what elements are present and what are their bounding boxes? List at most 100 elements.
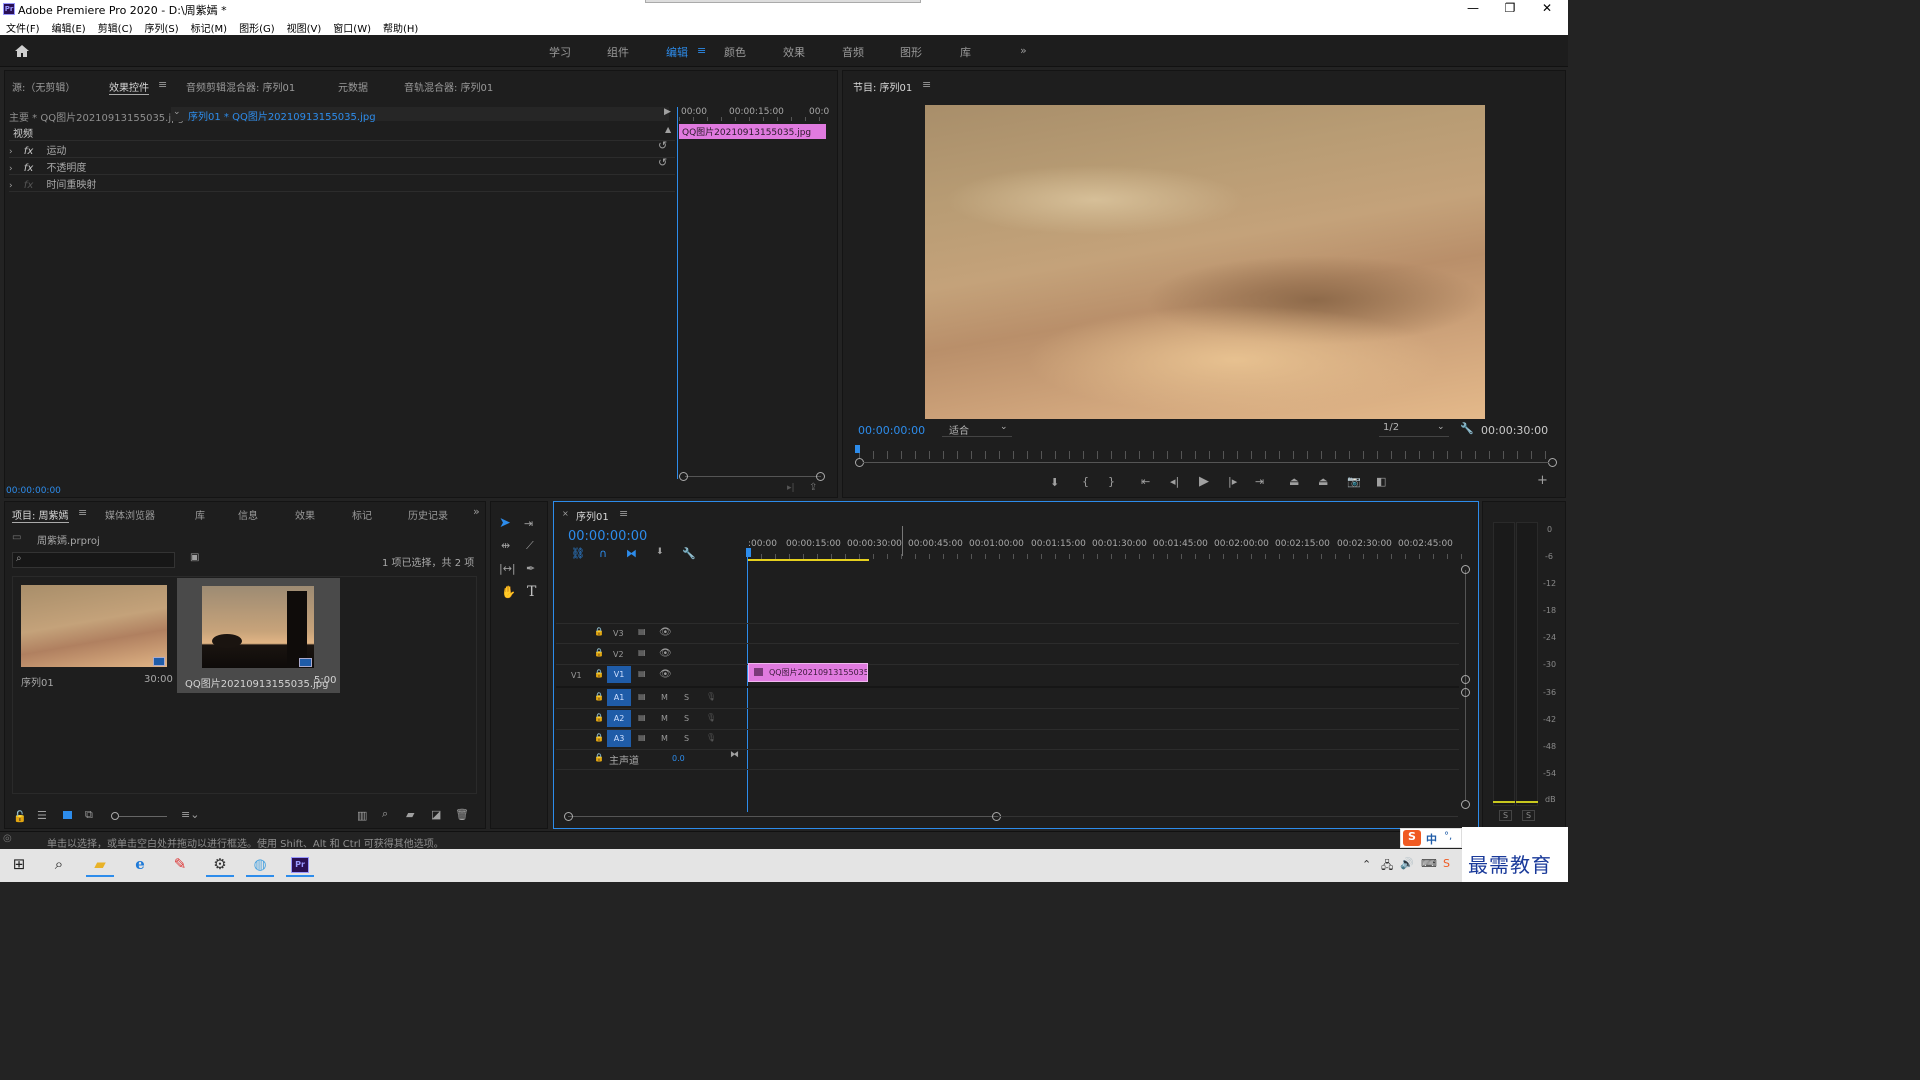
input-method-icon[interactable]: ⌨ [1421,857,1437,870]
add-marker-icon[interactable]: ⬇ [1050,476,1059,489]
extract-icon[interactable]: ⏏ [1318,475,1328,488]
ime-punct[interactable]: °, [1444,831,1452,842]
fit-dropdown[interactable]: 适合 ⌄ [942,422,1012,437]
ripple-edit-tool-icon[interactable]: ⇹ [501,539,510,552]
timeline-timecode[interactable]: 00:00:00:00 [568,529,647,544]
sync-lock-icon[interactable]: ▤ [638,692,646,701]
workspace-graphics[interactable]: 图形 [900,44,922,60]
effect-timecode[interactable]: 00:00:00:00 [6,486,61,496]
export-frame-camera-icon[interactable]: 📷 [1347,475,1361,488]
track-toggle-a1[interactable]: A1 [607,689,631,706]
sort-icon[interactable]: ≡⌄ [181,808,199,821]
new-item-icon[interactable]: ◪ [431,808,441,821]
type-tool-icon[interactable]: T [527,584,536,600]
track-lock-icon[interactable]: 🔒 [594,733,604,742]
lift-icon[interactable]: ⏏ [1289,475,1299,488]
app-icon[interactable]: ✎ [166,855,194,877]
go-to-in-icon[interactable]: ⇤ [1141,475,1150,488]
sync-lock-icon[interactable]: ▤ [638,627,646,636]
sync-lock-icon[interactable]: ▤ [638,648,646,657]
solo-button[interactable]: S [684,734,689,743]
scroll-handle-right[interactable] [816,472,825,481]
program-monitor-title[interactable]: 节目: 序列01 [853,79,912,94]
voiceover-mic-icon[interactable]: 🎙 [706,713,716,722]
sync-lock-icon[interactable]: ▤ [638,713,646,722]
icon-view-icon[interactable] [63,811,72,819]
timeline-tab[interactable]: 序列01 [576,508,609,523]
reset-icon[interactable]: ↺ [658,139,667,152]
settings-gear-icon[interactable]: ⚙ [206,855,234,877]
add-button-icon[interactable]: + [1537,473,1548,488]
eye-icon[interactable]: 👁 [659,669,672,680]
workspace-assembly[interactable]: 组件 [607,44,629,60]
scroll-handle-bottom[interactable] [1461,800,1470,809]
meter-solo-left-button[interactable]: S [1499,810,1513,821]
new-bin-from-search-icon[interactable]: ▣ [190,552,199,563]
tab-audio-track-mixer[interactable]: 音轨混合器: 序列01 [404,79,493,94]
tab-media-browser[interactable]: 媒体浏览器 [105,507,155,522]
scroll-handle-top[interactable] [1461,565,1470,574]
file-explorer-icon[interactable]: ▰ [86,855,114,877]
nest-icon[interactable]: ⛓ [571,547,585,560]
razor-tool-icon[interactable]: ⟋ [526,539,534,553]
effect-opacity-row[interactable]: › fx 不透明度 [9,159,86,174]
play-icon[interactable]: ▶ [1199,474,1209,489]
eye-icon[interactable]: 👁 [659,627,672,638]
track-lock-icon[interactable]: 🔒 [594,692,604,701]
tab-libraries[interactable]: 库 [195,507,205,522]
linked-selection-icon[interactable]: ⧓ [626,547,637,560]
wrench-icon[interactable]: 🔧 [1460,422,1474,435]
timeline-v-scrollbar[interactable] [1465,570,1466,800]
browser-icon[interactable]: ◍ [246,855,274,877]
minimize-button[interactable]: — [1463,1,1483,15]
lock-icon[interactable]: 🔓 [13,810,27,823]
timeline-h-scrollbar[interactable] [568,816,998,817]
tab-audio-clip-mixer[interactable]: 音频剪辑混合器: 序列01 [186,79,295,94]
freeform-view-icon[interactable]: ⧉ [85,808,93,822]
pen-tool-icon[interactable]: ✒ [526,562,535,575]
expand-chevron-icon[interactable]: › [9,147,13,157]
track-label-v3[interactable]: V3 [613,629,624,638]
panel-menu-icon[interactable]: ≡ [78,506,87,519]
menu-graphics[interactable]: 图形(G) [239,20,275,35]
solo-button[interactable]: S [684,714,689,723]
effect-clip-bar[interactable]: QQ图片20210913155035.jpg [679,124,826,139]
home-icon[interactable] [14,44,30,58]
compare-view-icon[interactable]: ◧ [1376,475,1386,488]
solo-button[interactable]: S [684,693,689,702]
reset-icon[interactable]: ↺ [658,156,667,169]
timeline-settings-icon[interactable]: 🔧 [682,547,696,560]
ime-toolbar[interactable]: S 中 °, [1400,828,1462,848]
slip-tool-icon[interactable]: |↔| [499,562,516,575]
program-video-frame[interactable] [925,105,1485,419]
scroll-handle-middle[interactable] [1461,688,1470,697]
mute-button[interactable]: M [661,714,668,723]
premiere-taskbar-icon[interactable]: Pr [286,855,314,877]
track-select-tool-icon[interactable]: ⇥ [524,517,533,530]
scroll-handle-left[interactable] [679,472,688,481]
program-scrollbar[interactable] [863,462,1549,463]
mark-in-icon[interactable]: { [1082,475,1089,488]
track-toggle-a3[interactable]: A3 [607,730,631,747]
program-ruler[interactable] [859,451,1549,459]
menu-help[interactable]: 帮助(H) [383,20,418,35]
master-clip-label[interactable]: 主要 * QQ图片20210913155035.jpg [9,109,184,124]
windows-start-icon[interactable]: ⊞ [5,855,33,877]
new-bin-icon[interactable]: ▰ [406,808,414,821]
mute-button[interactable]: M [661,734,668,743]
quality-dropdown[interactable]: 1/2 ⌄ [1379,422,1449,437]
program-playhead[interactable] [855,445,860,453]
effect-time-remap-row[interactable]: › fx 时间重映射 [9,176,96,191]
filter-icon[interactable]: ▸| [787,483,795,493]
tab-project[interactable]: 项目: 周紫嫣 [12,507,69,523]
track-label-v2[interactable]: V2 [613,650,624,659]
menu-window[interactable]: 窗口(W) [333,20,371,35]
tab-history[interactable]: 历史记录 [408,507,448,522]
project-item-image[interactable]: QQ图片20210913155035.jpg 5:00 [177,578,340,693]
tab-metadata[interactable]: 元数据 [338,79,368,94]
track-lock-icon[interactable]: 🔒 [594,669,604,678]
edge-browser-icon[interactable]: e [126,855,154,877]
fx-icon[interactable]: fx [24,163,33,174]
export-icon[interactable]: ⇪ [809,482,817,493]
tray-expand-icon[interactable]: ⌃ [1362,858,1371,871]
